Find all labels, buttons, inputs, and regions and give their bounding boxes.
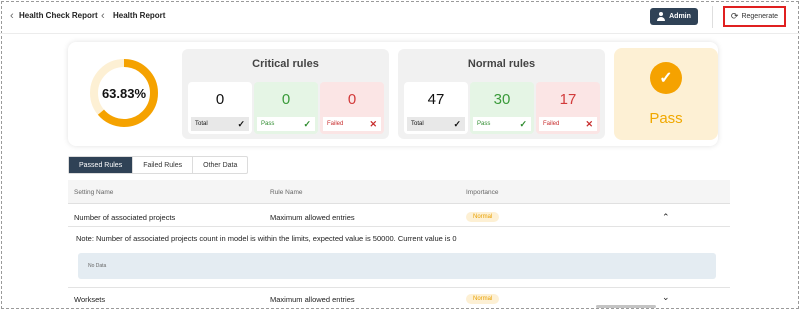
horizontal-scrollbar[interactable] [596,305,656,308]
critical-failed-label: Failed [327,121,344,127]
overall-status-card: ✓ Pass [614,48,718,140]
critical-pass-box[interactable]: 0 Pass ✓ [254,82,318,134]
normal-pass-footer: Pass ✓ [473,117,531,131]
row-1-setting-name: Number of associated projects [74,213,176,222]
row-2-rule-name: Maximum allowed entries [270,295,355,304]
user-icon [657,12,666,21]
normal-rules-group: Normal rules 47 Total ✓ 30 Pass ✓ 17 Fai… [398,49,605,139]
admin-button[interactable]: Admin [650,8,698,25]
check-icon: ✓ [453,118,461,129]
normal-pass-label: Pass [477,121,491,127]
back-chevron-icon[interactable]: ‹ [10,10,14,22]
table-header [68,180,730,204]
admin-label: Admin [669,13,691,20]
breadcrumb-separator-icon: ‹ [101,10,105,22]
critical-rules-title: Critical rules [252,58,319,70]
critical-pass-value: 0 [281,91,291,108]
normal-total-box[interactable]: 47 Total ✓ [404,82,468,134]
tab-other-data[interactable]: Other Data [193,157,247,173]
regenerate-button[interactable]: ⟳ Regenerate [723,6,786,27]
normal-failed-footer: Failed ✕ [539,117,597,131]
row-1-detail-panel: No Data [78,253,716,279]
normal-total-footer: Total ✓ [407,117,465,131]
check-icon: ✓ [303,118,311,129]
normal-rules-title: Normal rules [467,58,536,70]
header-divider [712,6,713,28]
chevron-up-icon[interactable]: ⌃ [662,212,670,223]
rules-table: Setting Name Rule Name Importance Number… [68,180,730,310]
summary-card: 63.83% Critical rules 0 Total ✓ 0 Pass ✓… [68,42,718,146]
score-percentage: 63.83% [101,86,147,101]
check-icon: ✓ [519,118,527,129]
critical-failed-footer: Failed ✕ [323,117,381,131]
row-1-note: Note: Number of associated projects coun… [76,234,457,243]
overall-status-label: Pass [649,110,683,127]
critical-total-box[interactable]: 0 Total ✓ [188,82,252,134]
column-header-rule-name: Rule Name [270,189,303,196]
breadcrumb-health-report: Health Report [113,11,166,20]
normal-failed-value: 17 [559,91,577,108]
row-2-importance-badge: Normal [466,294,500,304]
normal-pass-value: 30 [493,91,511,108]
normal-failed-box[interactable]: 17 Failed ✕ [536,82,600,134]
critical-total-footer: Total ✓ [191,117,249,131]
critical-total-value: 0 [215,91,225,108]
close-icon: ✕ [369,118,377,129]
normal-total-value: 47 [427,91,445,108]
row-1-importance-badge: Normal [466,212,500,222]
tab-passed-rules[interactable]: Passed Rules [69,157,134,173]
normal-total-label: Total [411,121,424,127]
row-divider [68,287,730,288]
check-circle-icon: ✓ [650,62,682,94]
close-icon: ✕ [585,118,593,129]
column-header-setting-name: Setting Name [74,189,114,196]
normal-failed-label: Failed [543,121,560,127]
no-data-label: No Data [88,263,107,269]
tab-failed-rules[interactable]: Failed Rules [133,157,194,173]
critical-rules-group: Critical rules 0 Total ✓ 0 Pass ✓ 0 Fail… [182,49,389,139]
critical-failed-box[interactable]: 0 Failed ✕ [320,82,384,134]
row-2-setting-name: Worksets [74,295,106,304]
row-1-rule-name: Maximum allowed entries [270,213,355,222]
normal-pass-box[interactable]: 30 Pass ✓ [470,82,534,134]
regenerate-label: Regenerate [741,13,779,20]
refresh-icon: ⟳ [730,11,739,21]
rules-tabs: Passed Rules Failed Rules Other Data [68,156,249,174]
chevron-down-icon[interactable]: ⌄ [662,292,670,303]
critical-pass-footer: Pass ✓ [257,117,315,131]
breadcrumb-health-check-report[interactable]: Health Check Report [19,11,98,20]
header-divider-line [0,33,800,34]
critical-total-label: Total [195,121,208,127]
header: ‹ Health Check Report ‹ Health Report Ad… [0,0,800,33]
check-icon: ✓ [237,118,245,129]
row-divider [68,226,730,227]
critical-pass-label: Pass [261,121,275,127]
critical-failed-value: 0 [347,91,357,108]
column-header-importance: Importance [466,189,499,196]
